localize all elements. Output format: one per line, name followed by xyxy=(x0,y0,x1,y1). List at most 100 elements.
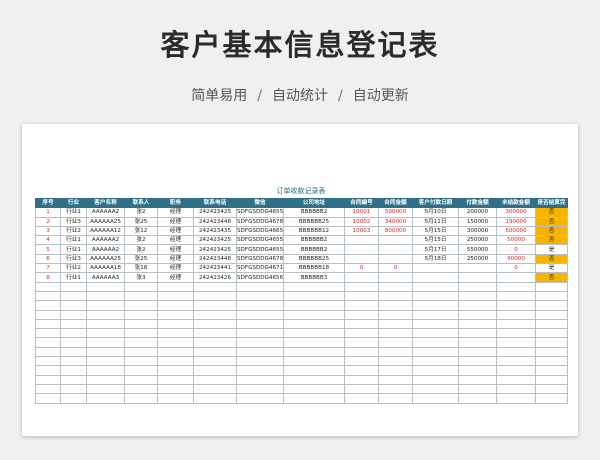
empty-table-cell[interactable] xyxy=(496,328,536,339)
empty-table-cell[interactable] xyxy=(124,356,158,367)
empty-table-cell[interactable] xyxy=(535,318,568,330)
empty-table-cell[interactable] xyxy=(35,374,61,385)
table-cell[interactable] xyxy=(344,253,379,265)
empty-table-cell[interactable] xyxy=(236,290,284,302)
empty-table-cell[interactable] xyxy=(157,356,194,367)
empty-table-cell[interactable] xyxy=(157,365,194,376)
empty-table-cell[interactable] xyxy=(236,328,284,339)
column-header[interactable]: 序号 xyxy=(35,197,61,209)
empty-table-cell[interactable] xyxy=(124,374,158,385)
empty-table-cell[interactable] xyxy=(35,365,61,376)
table-cell[interactable]: 张3 xyxy=(124,272,158,283)
empty-table-cell[interactable] xyxy=(193,393,237,404)
table-cell[interactable]: 7 xyxy=(35,263,61,274)
empty-table-cell[interactable] xyxy=(535,346,568,358)
empty-table-cell[interactable] xyxy=(535,290,568,302)
table-cell[interactable]: 是 xyxy=(535,263,568,274)
empty-table-cell[interactable] xyxy=(496,365,536,376)
table-cell[interactable]: 550000 xyxy=(458,244,497,255)
column-header[interactable]: 职务 xyxy=(157,197,194,209)
table-cell[interactable]: AAAAAA18 xyxy=(86,263,125,274)
table-cell[interactable]: 行业1 xyxy=(60,207,87,218)
empty-table-cell[interactable] xyxy=(157,346,194,358)
table-cell[interactable]: 242423448 xyxy=(193,253,237,265)
empty-table-cell[interactable] xyxy=(35,309,61,320)
column-header[interactable]: 客户名称 xyxy=(86,197,125,209)
table-cell[interactable]: 张2 xyxy=(124,207,158,218)
empty-table-cell[interactable] xyxy=(86,328,125,339)
empty-table-cell[interactable] xyxy=(60,383,87,395)
table-cell[interactable]: 500000 xyxy=(496,225,536,237)
empty-table-cell[interactable] xyxy=(157,281,194,292)
empty-table-cell[interactable] xyxy=(496,356,536,367)
empty-table-cell[interactable] xyxy=(412,346,459,358)
table-cell[interactable] xyxy=(458,263,497,274)
table-cell[interactable]: AAAAAA25 xyxy=(86,253,125,265)
empty-table-cell[interactable] xyxy=(157,383,194,395)
empty-table-cell[interactable] xyxy=(344,309,379,320)
empty-table-cell[interactable] xyxy=(193,318,237,330)
empty-table-cell[interactable] xyxy=(412,393,459,404)
empty-table-cell[interactable] xyxy=(124,318,158,330)
table-cell[interactable]: SDFGSDDG4665 xyxy=(236,225,284,237)
table-cell[interactable]: 242423425 xyxy=(193,244,237,255)
table-cell[interactable]: 经理 xyxy=(157,253,194,265)
column-header[interactable]: 行业 xyxy=(60,197,87,209)
empty-table-cell[interactable] xyxy=(412,318,459,330)
table-cell[interactable]: 否 xyxy=(535,253,568,265)
empty-table-cell[interactable] xyxy=(412,383,459,395)
empty-table-cell[interactable] xyxy=(344,393,379,404)
table-cell[interactable] xyxy=(378,272,413,283)
empty-table-cell[interactable] xyxy=(535,356,568,367)
empty-table-cell[interactable] xyxy=(496,290,536,302)
empty-table-cell[interactable] xyxy=(236,337,284,348)
empty-table-cell[interactable] xyxy=(193,281,237,292)
table-cell[interactable]: 行业2 xyxy=(60,263,87,274)
empty-table-cell[interactable] xyxy=(35,393,61,404)
table-cell[interactable]: AAAAAA3 xyxy=(86,272,125,283)
table-cell[interactable]: AAAAAA2 xyxy=(86,235,125,246)
empty-table-cell[interactable] xyxy=(412,374,459,385)
empty-table-cell[interactable] xyxy=(124,365,158,376)
empty-table-cell[interactable] xyxy=(535,328,568,339)
table-cell[interactable]: 行业1 xyxy=(60,244,87,255)
empty-table-cell[interactable] xyxy=(412,290,459,302)
table-cell[interactable] xyxy=(344,244,379,255)
column-header[interactable]: 公司地址 xyxy=(283,197,345,209)
table-cell[interactable]: 行业1 xyxy=(60,235,87,246)
empty-table-cell[interactable] xyxy=(458,383,497,395)
empty-table-cell[interactable] xyxy=(535,281,568,292)
table-cell[interactable] xyxy=(412,272,459,283)
empty-table-cell[interactable] xyxy=(86,281,125,292)
table-cell[interactable]: 50000 xyxy=(496,235,536,246)
empty-table-cell[interactable] xyxy=(35,383,61,395)
table-cell[interactable]: SDFGSDDG4678 xyxy=(236,253,284,265)
table-cell[interactable]: 张2 xyxy=(124,235,158,246)
empty-table-cell[interactable] xyxy=(35,290,61,302)
empty-table-cell[interactable] xyxy=(193,383,237,395)
table-cell[interactable]: 否 xyxy=(535,225,568,237)
table-cell[interactable]: 340000 xyxy=(378,216,413,227)
table-cell[interactable]: 6 xyxy=(35,253,61,265)
table-cell[interactable]: 张25 xyxy=(124,253,158,265)
empty-table-cell[interactable] xyxy=(236,346,284,358)
table-cell[interactable] xyxy=(458,272,497,283)
empty-table-cell[interactable] xyxy=(412,309,459,320)
table-cell[interactable]: SDFGSDDG4671 xyxy=(236,263,284,274)
table-cell[interactable]: 242423435 xyxy=(193,225,237,237)
empty-table-cell[interactable] xyxy=(344,290,379,302)
table-cell[interactable]: BBBBBB12 xyxy=(283,225,345,237)
table-cell[interactable]: BBBBBB25 xyxy=(283,216,345,227)
table-cell[interactable]: 242423441 xyxy=(193,263,237,274)
empty-table-cell[interactable] xyxy=(496,346,536,358)
table-cell[interactable]: BBBBBB3 xyxy=(283,272,345,283)
table-cell[interactable]: AAAAAA12 xyxy=(86,225,125,237)
empty-table-cell[interactable] xyxy=(236,356,284,367)
empty-table-cell[interactable] xyxy=(412,300,459,311)
empty-table-cell[interactable] xyxy=(378,328,413,339)
table-cell[interactable]: 250000 xyxy=(458,235,497,246)
empty-table-cell[interactable] xyxy=(458,346,497,358)
empty-table-cell[interactable] xyxy=(535,393,568,404)
empty-table-cell[interactable] xyxy=(378,281,413,292)
empty-table-cell[interactable] xyxy=(344,281,379,292)
